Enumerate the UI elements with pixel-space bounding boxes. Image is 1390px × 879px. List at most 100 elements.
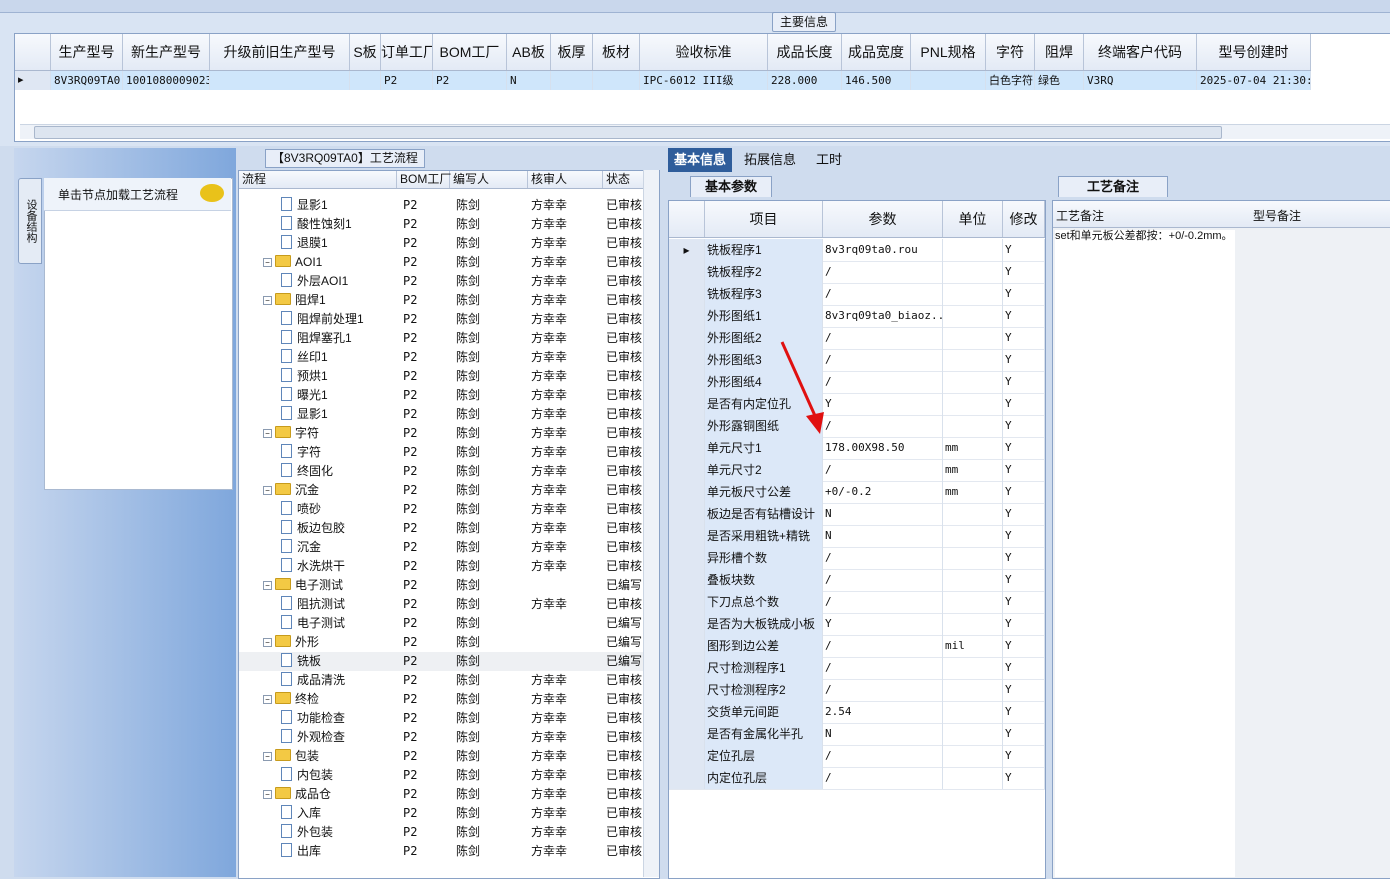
row-header[interactable] <box>669 701 705 723</box>
tree-node[interactable]: 水洗烘干 <box>281 557 345 576</box>
main-info-col-header[interactable]: 订单工厂 <box>381 34 433 70</box>
tree-row[interactable]: 阻焊塞孔1 P2 陈剑 方幸幸 已审核 <box>239 329 644 348</box>
param-cell-unit[interactable] <box>943 261 1003 283</box>
param-cell-param[interactable]: 8v3rq09ta0_biaoz... <box>823 305 943 327</box>
param-cell-mod[interactable]: Y <box>1003 679 1045 701</box>
tree-col-header[interactable]: 核审人 <box>528 171 603 188</box>
tree-row[interactable]: − 包装 P2 陈剑 方幸幸 已审核 <box>239 747 644 766</box>
tree-row[interactable]: − 外形 P2 陈剑 已编写 <box>239 633 644 652</box>
param-row[interactable]: 交货单元间距 2.54 Y <box>669 701 1045 724</box>
tree-row[interactable]: 功能检查 P2 陈剑 方幸幸 已审核 <box>239 709 644 728</box>
main-info-col-header[interactable]: 新生产型号 <box>123 34 210 70</box>
tree-row[interactable]: 字符 P2 陈剑 方幸幸 已审核 <box>239 443 644 462</box>
param-row[interactable]: 图形到边公差 / mil Y <box>669 635 1045 658</box>
param-row[interactable]: 铣板程序3/ Y <box>669 283 1045 306</box>
row-header[interactable] <box>669 481 705 503</box>
param-col-header[interactable]: 项目 <box>705 201 823 237</box>
tree-node[interactable]: 外层AOI1 <box>281 272 348 291</box>
param-row[interactable]: 单元板尺寸公差 +0/-0.2 mm Y <box>669 481 1045 504</box>
row-header[interactable] <box>669 613 705 635</box>
main-info-col-header[interactable]: AB板 <box>507 34 551 70</box>
param-cell-mod[interactable]: Y <box>1003 283 1045 305</box>
row-header[interactable] <box>669 591 705 613</box>
main-info-col-header[interactable]: 成品长度 <box>768 34 842 70</box>
param-cell-unit[interactable] <box>943 745 1003 767</box>
main-info-col-header[interactable]: PNL规格 <box>911 34 986 70</box>
param-cell-unit[interactable]: mm <box>943 437 1003 459</box>
remarks-col-header[interactable]: 型号备注 <box>1253 207 1301 224</box>
row-header[interactable] <box>669 679 705 701</box>
tree-row[interactable]: 退膜1 P2 陈剑 方幸幸 已审核 <box>239 234 644 253</box>
tree-node[interactable]: 退膜1 <box>281 234 328 253</box>
param-cell-mod[interactable]: Y <box>1003 591 1045 613</box>
row-header[interactable] <box>669 547 705 569</box>
param-cell-mod[interactable]: Y <box>1003 767 1045 789</box>
param-row[interactable]: 是否有金属化半孔 N Y <box>669 723 1045 746</box>
left-nav-tab[interactable]: 设备结构 <box>18 178 42 264</box>
tree-row[interactable]: 成品清洗 P2 陈剑 方幸幸 已审核 <box>239 671 644 690</box>
param-row[interactable]: 铣板程序2/ Y <box>669 261 1045 284</box>
tree-node[interactable]: 内包装 <box>281 766 333 785</box>
tree-node[interactable]: 电子测试 <box>281 614 345 633</box>
basic-params-tab[interactable]: 基本参数 <box>690 176 773 197</box>
param-cell-unit[interactable] <box>943 591 1003 613</box>
param-cell-unit[interactable] <box>943 305 1003 327</box>
param-cell-param[interactable]: 2.54 <box>823 701 943 723</box>
param-cell-param[interactable]: / <box>823 569 943 591</box>
param-cell-mod[interactable]: Y <box>1003 239 1045 261</box>
tree-node[interactable]: 成品清洗 <box>281 671 345 690</box>
param-cell-param[interactable]: / <box>823 657 943 679</box>
process-tree-scrollbar[interactable] <box>643 170 659 877</box>
tree-row[interactable]: − 成品仓 P2 陈剑 方幸幸 已审核 <box>239 785 644 804</box>
param-cell-mod[interactable]: Y <box>1003 261 1045 283</box>
tab-1[interactable]: 拓展信息 <box>738 148 802 172</box>
param-cell-param[interactable]: / <box>823 767 943 789</box>
tree-row[interactable]: 板边包胶 P2 陈剑 方幸幸 已审核 <box>239 519 644 538</box>
param-cell-unit[interactable]: mil <box>943 635 1003 657</box>
tree-row[interactable]: 入库 P2 陈剑 方幸幸 已审核 <box>239 804 644 823</box>
tree-node[interactable]: 阻焊前处理1 <box>281 310 364 329</box>
row-header[interactable] <box>669 305 705 327</box>
tree-row[interactable]: − 电子测试 P2 陈剑 已编写 <box>239 576 644 595</box>
main-info-col-header[interactable]: 型号创建时 <box>1197 34 1311 70</box>
param-cell-param[interactable]: N <box>823 503 943 525</box>
tree-row[interactable]: 铣板 P2 陈剑 已编写 <box>239 652 644 671</box>
param-cell-mod[interactable]: Y <box>1003 305 1045 327</box>
param-cell-mod[interactable]: Y <box>1003 569 1045 591</box>
collapse-toggle-icon[interactable]: − <box>263 486 272 495</box>
param-row[interactable]: 下刀点总个数 / Y <box>669 591 1045 614</box>
row-header[interactable] <box>669 767 705 789</box>
param-row[interactable]: 是否为大板铣成小板 Y Y <box>669 613 1045 636</box>
process-remarks-tab[interactable]: 工艺备注 <box>1058 176 1169 197</box>
tree-row[interactable]: 电子测试 P2 陈剑 已编写 <box>239 614 644 633</box>
param-cell-param[interactable]: +0/-0.2 <box>823 481 943 503</box>
tree-node[interactable]: − 电子测试 <box>263 576 343 595</box>
param-row[interactable]: 尺寸检测程序1/ Y <box>669 657 1045 680</box>
remarks-col-header[interactable]: 工艺备注 <box>1056 207 1104 224</box>
param-cell-param[interactable]: / <box>823 679 943 701</box>
param-cell-mod[interactable]: Y <box>1003 745 1045 767</box>
main-info-col-header[interactable]: 板厚 <box>551 34 593 70</box>
param-cell-param[interactable]: / <box>823 261 943 283</box>
param-cell-param[interactable]: 178.00X98.50 <box>823 437 943 459</box>
param-cell-param[interactable]: N <box>823 525 943 547</box>
param-cell-unit[interactable] <box>943 349 1003 371</box>
param-cell-mod[interactable]: Y <box>1003 701 1045 723</box>
row-header[interactable] <box>669 261 705 283</box>
param-cell-param[interactable]: 8v3rq09ta0.rou <box>823 239 943 261</box>
horizontal-scrollbar[interactable] <box>20 124 1390 139</box>
row-header[interactable] <box>669 371 705 393</box>
param-cell-unit[interactable] <box>943 371 1003 393</box>
param-row[interactable]: 单元尺寸1 178.00X98.50 mm Y <box>669 437 1045 460</box>
param-cell-param[interactable]: / <box>823 349 943 371</box>
param-cell-unit[interactable] <box>943 525 1003 547</box>
param-cell-param[interactable]: Y <box>823 393 943 415</box>
param-cell-mod[interactable]: Y <box>1003 723 1045 745</box>
tree-node[interactable]: 板边包胶 <box>281 519 345 538</box>
tree-row[interactable]: − 阻焊1 P2 陈剑 方幸幸 已审核 <box>239 291 644 310</box>
tree-node[interactable]: − 外形 <box>263 633 319 652</box>
tree-node[interactable]: − 阻焊1 <box>263 291 326 310</box>
row-header[interactable] <box>669 635 705 657</box>
param-row[interactable]: 是否采用粗铣+精铣 N Y <box>669 525 1045 548</box>
tree-row[interactable]: 预烘1 P2 陈剑 方幸幸 已审核 <box>239 367 644 386</box>
